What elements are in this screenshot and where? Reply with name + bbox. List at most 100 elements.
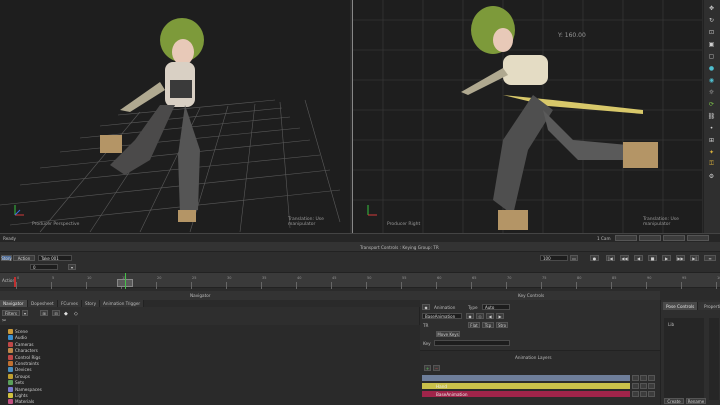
stop-icon[interactable]: ■ — [648, 255, 657, 261]
filters-button[interactable]: Filters — [2, 310, 20, 316]
layer-lock-icon[interactable] — [632, 375, 639, 381]
play-back-icon[interactable]: ◀ — [634, 255, 643, 261]
key-next-icon[interactable]: ▶ — [496, 313, 504, 319]
layer-mute-icon[interactable] — [640, 383, 647, 389]
navigator-tree-item[interactable]: Audio — [8, 335, 27, 341]
tab-dopesheet[interactable]: Dopesheet — [28, 300, 58, 307]
navigator-tree-item[interactable]: Cameras — [8, 341, 34, 347]
scale-icon[interactable]: ⊡ — [706, 28, 717, 36]
goto-start-icon[interactable]: |◀ — [606, 255, 615, 261]
frame-step-button[interactable]: ▾ — [68, 264, 76, 270]
tab-properties[interactable]: Properties — [701, 302, 720, 310]
sync-icon[interactable]: ⟳ — [706, 100, 717, 108]
tcp-button[interactable]: Tcp — [482, 322, 494, 328]
star-icon[interactable]: ✦ — [706, 148, 717, 156]
link-icon[interactable]: ⛓ — [706, 112, 717, 120]
layer-lock-icon[interactable] — [632, 383, 639, 389]
stro-button[interactable]: Stro — [496, 322, 508, 328]
tab-navigator[interactable]: Navigator — [0, 300, 28, 307]
remove-layer-icon[interactable]: − — [433, 365, 440, 371]
next-key-icon[interactable]: ▶▶ — [676, 255, 685, 261]
goto-end-icon[interactable]: ▶| — [690, 255, 699, 261]
layer-lock-icon[interactable] — [632, 391, 639, 397]
navigator-tree-item[interactable]: Control Rigs — [8, 354, 40, 360]
animation-layer-row[interactable]: Hand — [422, 383, 630, 389]
key-add-icon[interactable]: ◆ — [466, 313, 474, 319]
viewer-mode-button[interactable] — [615, 235, 637, 241]
animation-layers-panel: Animation Layers + − Hand BaseAnimation — [420, 350, 660, 405]
tab-story[interactable]: Story — [82, 300, 101, 307]
timeline[interactable]: Action 051015202530354045505560657075808… — [0, 272, 720, 289]
loop-button[interactable]: ▭ — [570, 255, 578, 261]
animation-layer-row[interactable]: BaseAnimation — [422, 391, 630, 397]
navigator-tree-item[interactable]: Constraints — [8, 361, 39, 366]
pose-list[interactable]: Lib — [664, 318, 704, 400]
key-prev-icon[interactable]: ◀ — [486, 313, 494, 319]
grid-icon[interactable]: ⊞ — [706, 136, 717, 144]
layer-mute-icon[interactable] — [640, 375, 647, 381]
select-icon[interactable]: ▢ — [706, 52, 717, 60]
add-layer-icon[interactable]: + — [424, 365, 431, 371]
layer-solo-icon[interactable] — [648, 375, 655, 381]
navigator-tree-item[interactable]: Scene — [8, 329, 28, 334]
key-icon[interactable]: ⚿ — [706, 160, 717, 168]
tab-fcurves[interactable]: FCurves — [58, 300, 82, 307]
light-icon[interactable]: ☼ — [706, 88, 717, 96]
layer-solo-icon[interactable] — [648, 391, 655, 397]
viewer-mode-button-3[interactable] — [663, 235, 685, 241]
diamond-outline-icon[interactable]: ◇ — [74, 311, 78, 317]
key-controls-header: Key Controls — [420, 291, 660, 300]
frame-field[interactable]: 0 — [30, 264, 58, 270]
action-mode-button[interactable]: Action — [13, 255, 35, 261]
flat-button[interactable]: Flat — [468, 322, 480, 328]
navigator-tree-item[interactable]: Materials — [8, 399, 34, 405]
take-selector[interactable]: Take 001 — [38, 255, 72, 261]
pose-list-item[interactable]: Lib — [668, 322, 674, 327]
settings-icon[interactable]: ⚙ — [706, 172, 717, 180]
navigator-title: Navigator — [190, 293, 211, 298]
move-keys-button[interactable]: Move Keys — [436, 331, 460, 337]
rotate-icon[interactable]: ↻ — [706, 16, 717, 24]
perspective-viewport[interactable]: Producer Perspective Translation: Use ma… — [0, 0, 350, 233]
keyframe-icon[interactable]: ◆ — [422, 304, 430, 310]
move-icon[interactable]: ✥ — [706, 4, 717, 12]
layer-solo-icon[interactable] — [648, 383, 655, 389]
navigator-tree-item[interactable]: Namespaces — [8, 386, 42, 392]
navigator-header: Navigator — [0, 291, 420, 300]
viewer-mode-button-4[interactable] — [687, 235, 709, 241]
expand-icon[interactable]: ⊞ — [40, 310, 48, 316]
key-type-select[interactable]: Auto — [482, 304, 510, 310]
navigator-tree-item[interactable]: Characters — [8, 348, 38, 354]
globe-icon[interactable]: ◉ — [706, 76, 717, 84]
navigator-tree-item[interactable]: Sets — [8, 380, 24, 386]
create-pose-button[interactable]: Create — [664, 398, 684, 404]
ruler-tick-label: 80 — [577, 276, 582, 280]
end-frame-field[interactable]: 100 — [540, 255, 568, 261]
diamond-icon[interactable]: ◆ — [64, 311, 68, 317]
ruler-tick-label: 70 — [507, 276, 512, 280]
collapse-icon[interactable]: ⊟ — [52, 310, 60, 316]
navigator-tree-item[interactable]: Lights — [8, 393, 28, 398]
right-viewport[interactable]: Y: 160.00 Producer Right Translation: Us… — [352, 0, 702, 233]
dot-icon[interactable]: • — [706, 124, 717, 132]
pin-icon[interactable]: ✂ — [2, 318, 6, 324]
camera-icon[interactable]: ▣ — [706, 40, 717, 48]
filters-dropdown-icon[interactable]: ▾ — [22, 310, 28, 316]
base-animation-select[interactable]: BaseAnimation — [422, 313, 462, 319]
viewer-mode-button-2[interactable] — [639, 235, 661, 241]
transport-settings-icon[interactable]: ≡ — [704, 255, 716, 261]
layer-mute-icon[interactable] — [640, 391, 647, 397]
rename-pose-button[interactable]: Rename — [686, 398, 706, 404]
story-mode-button[interactable]: Story — [1, 255, 12, 261]
key-value-field[interactable] — [434, 340, 510, 346]
play-icon[interactable]: ▶ — [662, 255, 671, 261]
sphere-icon[interactable]: ● — [706, 64, 717, 72]
animation-layer-row[interactable] — [422, 375, 630, 381]
tab-animation-trigger[interactable]: Animation Trigger — [100, 300, 145, 307]
key-remove-icon[interactable]: ◇ — [476, 313, 484, 319]
tab-pose-controls[interactable]: Pose Controls — [663, 302, 699, 310]
record-icon[interactable]: ● — [590, 255, 599, 261]
navigator-tree-item[interactable]: Devices — [8, 367, 32, 373]
navigator-tree-item[interactable]: Groups — [8, 373, 30, 379]
prev-key-icon[interactable]: ◀◀ — [620, 255, 629, 261]
